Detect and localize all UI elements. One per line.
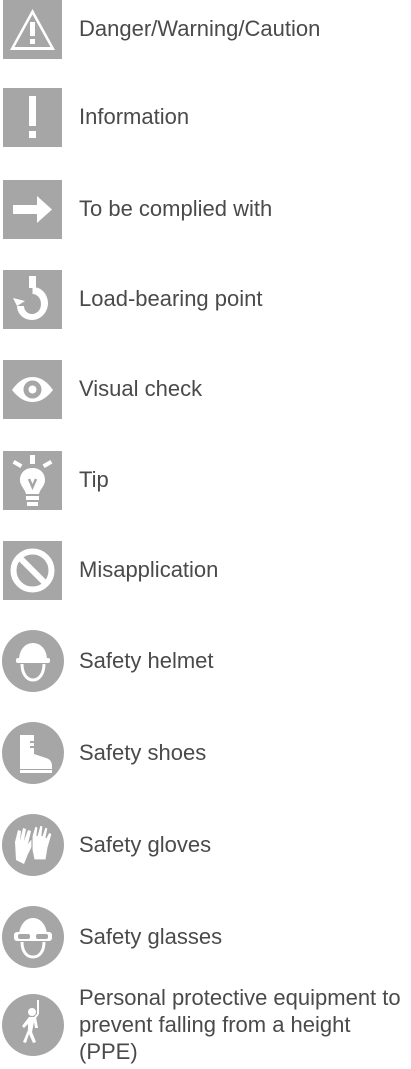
legend-item-information: Information (0, 88, 411, 147)
legend-label: Safety shoes (79, 740, 207, 765)
legend-label: Personal protective equipment to prevent… (79, 985, 401, 1064)
legend-label: Information (79, 104, 190, 129)
legend-label: Safety helmet (79, 648, 214, 673)
legend-item-tip: Tip (0, 451, 411, 510)
legend-item-load-bearing: Load-bearing point (0, 270, 411, 329)
symbol-legend: Danger/Warning/Caution Information To be… (0, 0, 411, 1069)
legend-label: Danger/Warning/Caution (79, 16, 321, 41)
legend-item-helmet: Safety helmet (0, 630, 411, 692)
glasses-icon (2, 906, 64, 968)
hook-icon (3, 270, 62, 329)
legend-label: Safety gloves (79, 832, 212, 857)
legend-label: Load-bearing point (79, 286, 263, 311)
legend-label: Misapplication (79, 557, 219, 582)
boot-icon (2, 722, 64, 784)
legend-label: Tip (79, 467, 109, 492)
arrow-right-icon (3, 180, 62, 239)
exclamation-icon (3, 88, 62, 147)
legend-item-gloves: Safety gloves (0, 814, 411, 876)
eye-icon (3, 360, 62, 419)
legend-item-ppe: Personal protective equipment to prevent… (0, 982, 411, 1069)
lightbulb-icon (3, 451, 62, 510)
legend-item-danger: Danger/Warning/Caution (0, 0, 411, 59)
fall-protection-icon (2, 994, 64, 1056)
legend-label: Safety glasses (79, 924, 223, 949)
legend-label: To be complied with (79, 196, 273, 221)
legend-item-shoes: Safety shoes (0, 722, 411, 784)
warning-triangle-icon (3, 0, 62, 59)
helmet-icon (2, 630, 64, 692)
legend-label: Visual check (79, 376, 203, 401)
legend-item-misapplication: Misapplication (0, 541, 411, 600)
legend-item-glasses: Safety glasses (0, 906, 411, 968)
prohibited-icon (3, 541, 62, 600)
legend-item-comply: To be complied with (0, 180, 411, 239)
legend-item-visual-check: Visual check (0, 360, 411, 419)
gloves-icon (2, 814, 64, 876)
